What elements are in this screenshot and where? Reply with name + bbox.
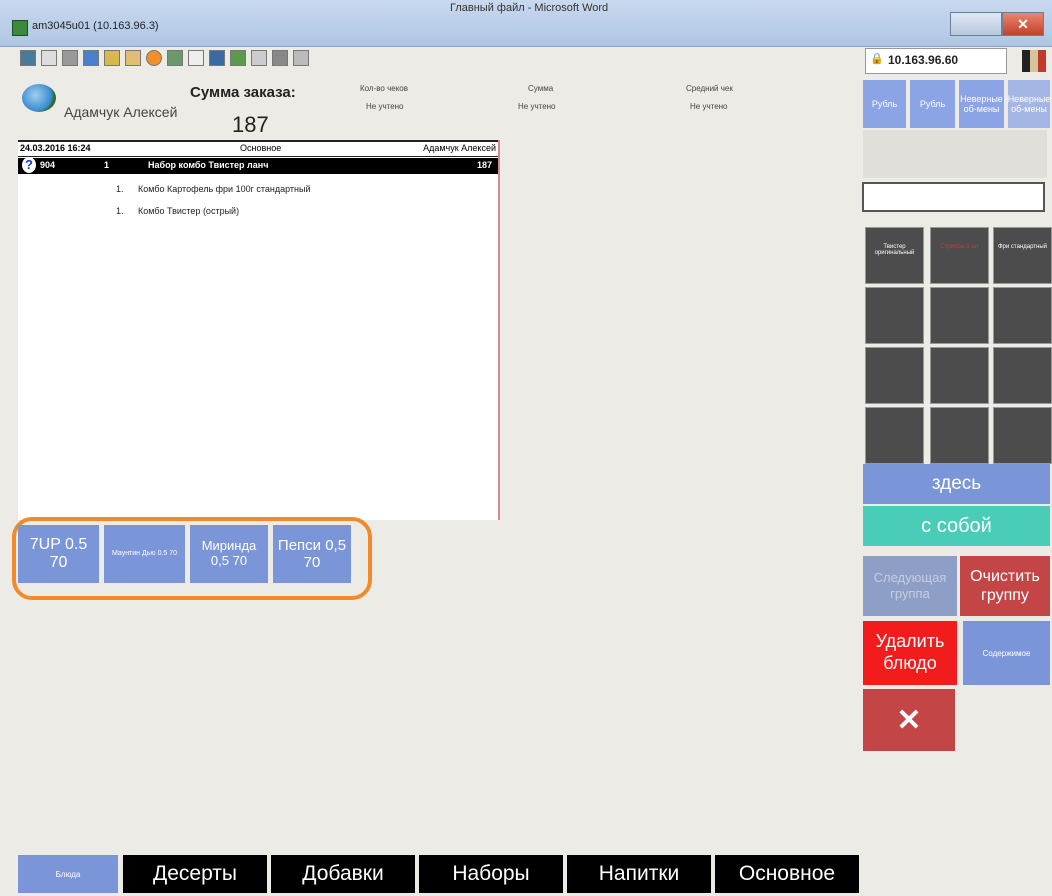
dish-cell-empty[interactable] <box>865 287 924 344</box>
quantity-input[interactable] <box>862 182 1045 212</box>
avg-check-title: Средний чек <box>686 84 733 93</box>
dish-cell-fries[interactable]: Фри стандартный <box>993 227 1052 284</box>
order-waiter: Адамчук Алексей <box>423 143 496 153</box>
monitor-icon[interactable] <box>209 50 225 66</box>
drink-button-7up[interactable]: 7UP 0.5 70 <box>18 525 99 583</box>
order-sum-label: Сумма заказа: <box>190 84 296 101</box>
sum-value: Не учтено <box>518 102 556 111</box>
subitem-name[interactable]: Комбо Твистер (острый) <box>138 206 239 216</box>
lock-icon: 🔒 <box>870 53 884 65</box>
dish-cell-empty[interactable] <box>930 347 989 404</box>
drink-button-mirinda[interactable]: Миринда 0,5 70 <box>190 525 268 583</box>
toolbar <box>20 50 309 66</box>
minimize-maximize-button[interactable] <box>950 12 1002 36</box>
dish-cell-strips[interactable]: Стрипсы 3 шт <box>930 227 989 284</box>
clear-group-button[interactable]: Очистить группу <box>960 556 1050 616</box>
app-icon <box>12 20 28 36</box>
search-icon[interactable] <box>293 50 309 66</box>
flag-icon <box>1022 50 1046 72</box>
eat-here-button[interactable]: здесь <box>863 464 1050 504</box>
info-panel <box>863 130 1047 178</box>
dish-name: Набор комбо Твистер ланч <box>148 160 269 170</box>
wrong-exchange-button[interactable]: Неверные об-мены <box>959 80 1004 128</box>
wrong-exchange-button-2[interactable]: Неверные об-мены <box>1008 80 1050 128</box>
close-window-button[interactable]: ✕ <box>1002 12 1044 36</box>
copy-icon[interactable] <box>41 50 57 66</box>
background-window-title: Главный файл - Microsoft Word <box>450 2 609 14</box>
info-icon[interactable]: ? <box>22 157 36 173</box>
folder-icon[interactable] <box>125 50 141 66</box>
ip-address: 10.163.96.60 <box>888 53 959 67</box>
tab-drinks[interactable]: Напитки <box>567 855 711 893</box>
delete-dish-button[interactable]: Удалить блюдо <box>863 621 957 685</box>
dish-cell-empty[interactable] <box>865 407 924 464</box>
checks-count-value: Не учтено <box>366 102 404 111</box>
subitem-qty: 1. <box>116 206 124 216</box>
window-title: am3045u01 (10.163.96.3) <box>32 20 159 32</box>
dish-cell-empty[interactable] <box>993 287 1052 344</box>
dish-price: 187 <box>476 160 492 170</box>
dish-cell-empty[interactable] <box>930 407 989 464</box>
dish-code: 904 <box>40 160 56 170</box>
checks-count-title: Кол-во чеков <box>360 84 409 93</box>
close-icon[interactable]: ✕ <box>863 689 955 751</box>
document-icon[interactable] <box>251 50 267 66</box>
subitem-name[interactable]: Комбо Картофель фри 100г стандартный <box>138 184 311 194</box>
stats-area <box>500 140 840 520</box>
takeaway-button[interactable]: с собой <box>863 506 1050 546</box>
contents-button[interactable]: Содержимое <box>963 621 1050 685</box>
order-row-selected[interactable]: ? 904 1 Набор комбо Твистер ланч 187 <box>18 157 498 174</box>
network-icon[interactable] <box>167 50 183 66</box>
app-logo <box>22 84 56 112</box>
window-controls: ✕ <box>950 12 1044 36</box>
ruble-button[interactable]: Рубль <box>863 80 906 128</box>
drink-button-pepsi[interactable]: Пепси 0,5 70 <box>273 525 351 583</box>
order-type: Основное <box>240 143 282 153</box>
drink-button-mountain-dew[interactable]: Маунтин Дью 0.5 70 <box>104 525 185 583</box>
tab-dishes[interactable]: Блюда <box>18 855 118 893</box>
dish-cell-empty[interactable] <box>993 407 1052 464</box>
palette-icon[interactable] <box>104 50 120 66</box>
tab-sets[interactable]: Наборы <box>419 855 563 893</box>
avg-check-value: Не учтено <box>690 102 728 111</box>
scissors-icon[interactable] <box>62 50 78 66</box>
ruble-button-2[interactable]: Рубль <box>910 80 955 128</box>
circle-icon[interactable] <box>146 50 162 66</box>
table-icon[interactable] <box>272 50 288 66</box>
sum-title: Сумма <box>528 84 554 93</box>
window-icon[interactable] <box>188 50 204 66</box>
dish-qty: 1 <box>104 160 110 170</box>
dish-cell-empty[interactable] <box>865 347 924 404</box>
tab-additions[interactable]: Добавки <box>271 855 415 893</box>
tab-desserts[interactable]: Десерты <box>123 855 267 893</box>
order-header-row: 24.03.2016 16:24 Основное Адамчук Алексе… <box>18 140 498 157</box>
refresh-icon[interactable] <box>83 50 99 66</box>
waiter-name: Адамчук Алексей <box>64 104 178 120</box>
next-group-button[interactable]: Следующая группа <box>863 556 957 616</box>
order-sum-value: 187 <box>232 112 269 137</box>
order-date: 24.03.2016 16:24 <box>20 143 91 153</box>
order-list[interactable]: 24.03.2016 16:24 Основное Адамчук Алексе… <box>18 140 500 520</box>
flag-icon[interactable] <box>230 50 246 66</box>
dish-cell-empty[interactable] <box>993 347 1052 404</box>
tab-main[interactable]: Основное <box>715 855 859 893</box>
subitem-qty: 1. <box>116 184 124 194</box>
dish-cell-empty[interactable] <box>930 287 989 344</box>
dish-cell-twister[interactable]: Твистер оригинальный <box>865 227 924 284</box>
grid-icon[interactable] <box>20 50 36 66</box>
